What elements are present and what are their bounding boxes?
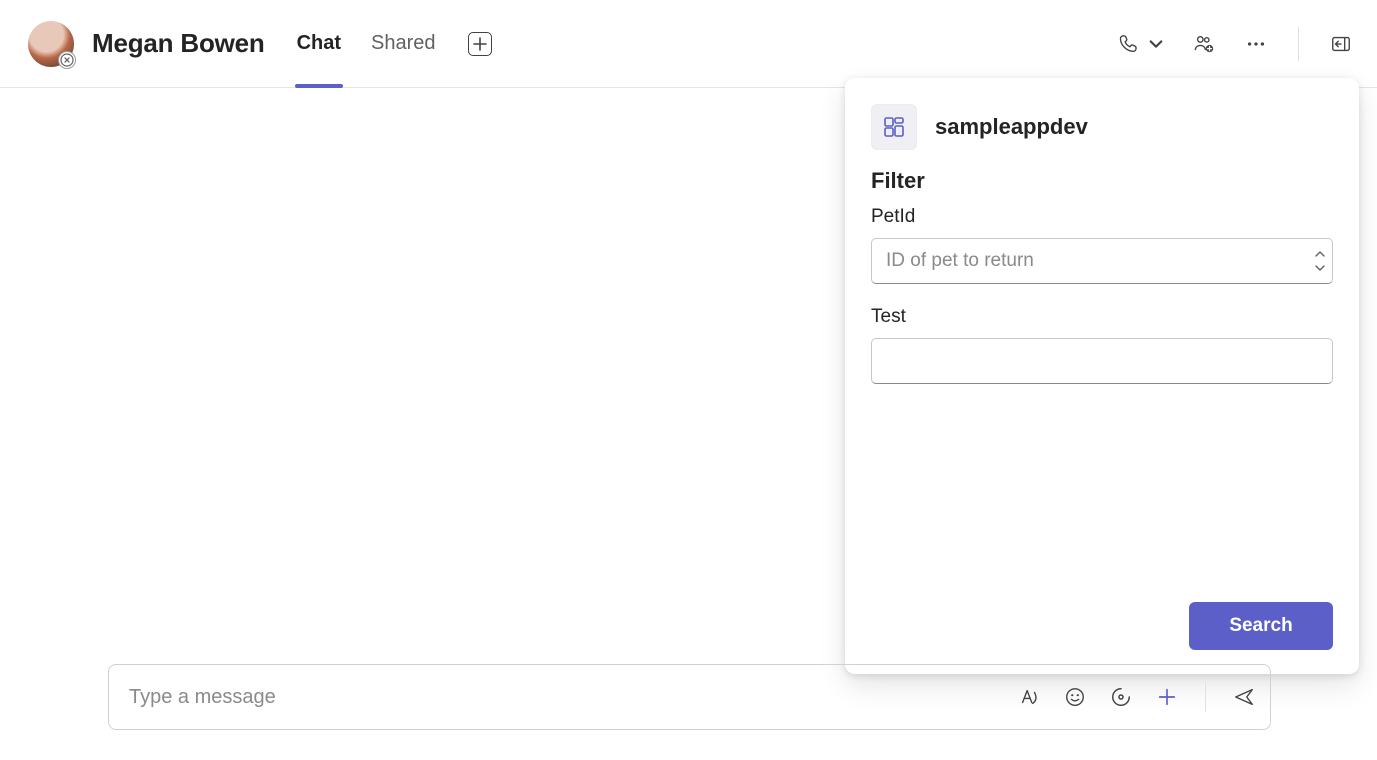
chevron-up-icon [1315, 250, 1325, 258]
format-text-icon [1018, 686, 1040, 708]
more-options-button[interactable] [1244, 32, 1268, 56]
chat-header: Megan Bowen Chat Shared [0, 0, 1377, 88]
loop-button[interactable] [1109, 685, 1133, 709]
header-tabs: Chat Shared [295, 32, 492, 56]
format-button[interactable] [1017, 685, 1041, 709]
test-label: Test [871, 306, 1333, 328]
chat-body: sampleappdev Filter PetId Test [0, 88, 1377, 760]
petid-input[interactable] [871, 238, 1333, 284]
call-button[interactable] [1116, 32, 1140, 56]
stepper-up[interactable] [1313, 248, 1327, 260]
message-input[interactable] [127, 685, 1017, 710]
messaging-extension-card: sampleappdev Filter PetId Test [845, 78, 1359, 674]
open-panel-button[interactable] [1329, 32, 1353, 56]
divider [1298, 27, 1299, 61]
plus-icon [1156, 686, 1178, 708]
emoji-icon [1064, 686, 1086, 708]
phone-icon [1117, 33, 1139, 55]
loop-icon [1110, 686, 1132, 708]
add-people-button[interactable] [1192, 32, 1216, 56]
plus-icon [473, 37, 487, 51]
chevron-down-icon [1148, 33, 1164, 55]
card-title: Filter [871, 168, 1333, 194]
send-icon [1233, 686, 1255, 708]
presence-offline-icon [60, 53, 74, 67]
more-horizontal-icon [1245, 33, 1267, 55]
header-actions [1116, 27, 1353, 61]
send-button[interactable] [1232, 685, 1256, 709]
app-name: sampleappdev [935, 114, 1088, 140]
contact-avatar[interactable] [28, 21, 74, 67]
actions-button[interactable] [1155, 685, 1179, 709]
people-add-icon [1193, 33, 1215, 55]
compose-bar [108, 664, 1271, 730]
app-tile-icon [871, 104, 917, 150]
tab-chat[interactable]: Chat [295, 32, 343, 55]
petid-stepper [1313, 248, 1327, 274]
add-tab-button[interactable] [468, 32, 492, 56]
tab-shared[interactable]: Shared [369, 32, 438, 55]
petid-label: PetId [871, 206, 1333, 228]
search-button[interactable]: Search [1189, 602, 1333, 650]
contact-name: Megan Bowen [92, 28, 265, 59]
divider [1205, 682, 1206, 712]
call-options-chevron[interactable] [1148, 32, 1164, 56]
panel-open-icon [1330, 33, 1352, 55]
test-input[interactable] [871, 338, 1333, 384]
stepper-down[interactable] [1313, 262, 1327, 274]
chevron-down-icon [1315, 264, 1325, 272]
emoji-button[interactable] [1063, 685, 1087, 709]
